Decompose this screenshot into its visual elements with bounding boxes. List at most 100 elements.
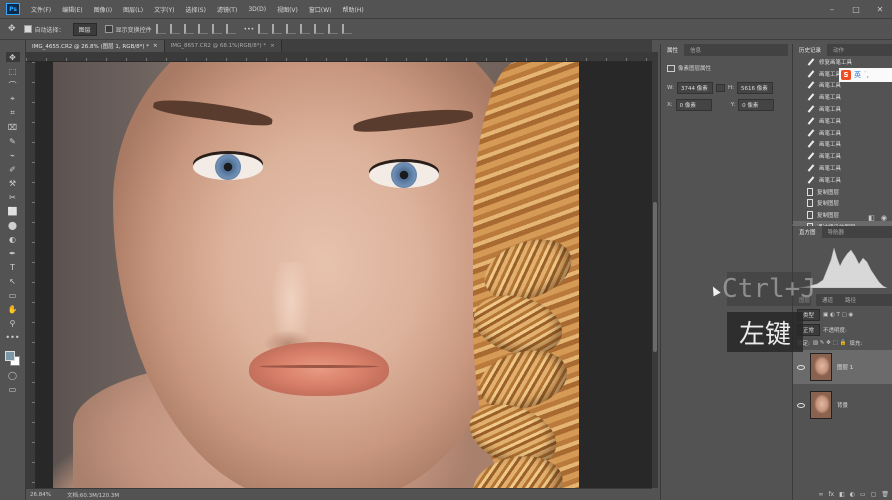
pen-tool-icon[interactable]: ✒ xyxy=(6,248,20,258)
new-group-icon[interactable]: ▭ xyxy=(860,491,866,498)
tab-img-4655[interactable]: IMG_4655.CR2 @ 26.8% (图层 1, RGB/8*) * × xyxy=(26,40,165,52)
x-field[interactable]: 0 像素 xyxy=(675,99,712,111)
show-transform-option[interactable]: 显示变换控件 xyxy=(104,25,152,34)
history-item[interactable]: 画笔工具 xyxy=(793,103,892,115)
history-item[interactable]: 画笔工具 xyxy=(793,162,892,174)
gradient-tool-icon[interactable]: ⬤ xyxy=(6,220,20,230)
tab-properties[interactable]: 属性 xyxy=(661,44,685,56)
menu-select[interactable]: 选择(S) xyxy=(185,5,206,14)
more-tools-icon[interactable]: ••• xyxy=(5,332,19,342)
link-layers-icon[interactable]: ∞ xyxy=(818,491,823,498)
close-button[interactable]: ✕ xyxy=(868,0,892,18)
distribute-2-icon[interactable] xyxy=(272,24,283,34)
y-field[interactable]: 0 像素 xyxy=(738,99,775,111)
more-options-button[interactable]: ••• xyxy=(244,26,255,33)
tab-histogram[interactable]: 直方图 xyxy=(793,226,822,238)
camera-icon[interactable]: ◉ xyxy=(881,214,887,222)
align-center-icon[interactable] xyxy=(169,24,180,34)
menu-type[interactable]: 文字(Y) xyxy=(154,5,174,14)
portrait-photo[interactable] xyxy=(53,62,579,488)
visibility-eye-icon[interactable] xyxy=(797,364,805,370)
menu-edit[interactable]: 编辑(E) xyxy=(62,5,82,14)
align-bottom-icon[interactable] xyxy=(225,24,236,34)
add-mask-icon[interactable]: ◧ xyxy=(839,491,845,498)
hand-tool-icon[interactable]: ✋ xyxy=(6,304,20,314)
maximize-button[interactable]: □ xyxy=(844,0,868,18)
tab-actions[interactable]: 动作 xyxy=(827,44,850,56)
menu-filter[interactable]: 滤镜(T) xyxy=(217,5,237,14)
delete-layer-icon[interactable]: 🗑 xyxy=(881,491,889,498)
ime-toolbar[interactable]: S 英 ˙, xyxy=(839,68,892,82)
vertical-ruler[interactable] xyxy=(26,62,36,488)
color-swatches[interactable] xyxy=(4,350,22,366)
distribute-6-icon[interactable] xyxy=(328,24,339,34)
quick-select-tool-icon[interactable]: ⌖ xyxy=(6,94,20,104)
width-field[interactable]: 3744 像素 xyxy=(676,82,713,94)
crop-tool-icon[interactable]: ⌗ xyxy=(6,108,20,118)
history-item[interactable]: 画笔工具 xyxy=(793,174,892,186)
document-size[interactable]: 文档:60.3M/120.3M xyxy=(67,491,119,499)
tab-img-8657[interactable]: IMG_8657.CR2 @ 68.1%(RGB/8*) * × xyxy=(164,40,282,52)
auto-select-checkbox[interactable] xyxy=(23,25,32,33)
distribute-5-icon[interactable] xyxy=(314,24,325,34)
ime-mode[interactable]: 英 ˙, xyxy=(854,70,869,80)
canvas-area[interactable] xyxy=(36,62,652,488)
tab-channels[interactable]: 通道 xyxy=(816,294,839,306)
marquee-tool-icon[interactable]: ⬚ xyxy=(6,66,20,76)
layer-name[interactable]: 背景 xyxy=(837,401,848,409)
foreground-color-swatch[interactable] xyxy=(4,351,15,361)
path-select-tool-icon[interactable]: ↖ xyxy=(6,276,20,286)
link-icon[interactable] xyxy=(715,84,725,92)
distribute-1-icon[interactable] xyxy=(258,24,269,34)
menu-image[interactable]: 图像(I) xyxy=(94,5,112,14)
height-field[interactable]: 5616 像素 xyxy=(736,82,773,94)
zoom-tool-icon[interactable]: ⚲ xyxy=(6,318,20,328)
menu-3d[interactable]: 3D(D) xyxy=(248,6,266,13)
history-item[interactable]: 画笔工具 xyxy=(793,150,892,162)
align-middle-icon[interactable] xyxy=(211,24,222,34)
lock-icons[interactable]: ▨ ✎ ✥ ⬚ 🔒 xyxy=(813,340,846,346)
show-transform-checkbox[interactable] xyxy=(104,25,113,33)
eraser-tool-icon[interactable]: ⬜ xyxy=(6,206,20,216)
new-snapshot-icon[interactable]: ◧ xyxy=(868,214,875,222)
tab-navigator[interactable]: 导航器 xyxy=(822,226,851,238)
clone-stamp-tool-icon[interactable]: ⚒ xyxy=(6,178,20,188)
history-item[interactable]: 画笔工具 xyxy=(793,139,892,151)
zoom-level[interactable]: 26.84% xyxy=(30,492,51,498)
rectangle-tool-icon[interactable]: ▭ xyxy=(6,290,20,300)
vertical-scrollbar[interactable] xyxy=(652,52,658,488)
tab-info[interactable]: 信息 xyxy=(684,44,707,56)
new-layer-icon[interactable]: ▢ xyxy=(871,491,877,498)
tab-paths[interactable]: 路径 xyxy=(839,294,862,306)
align-top-icon[interactable] xyxy=(197,24,208,34)
layer-name[interactable]: 图层 1 xyxy=(837,363,853,371)
menu-file[interactable]: 文件(F) xyxy=(31,5,51,14)
tab-close-icon[interactable]: × xyxy=(153,43,158,49)
scrollbar-thumb[interactable] xyxy=(653,202,657,352)
move-tool-icon[interactable]: ✥ xyxy=(5,52,20,62)
lasso-tool-icon[interactable]: ⌒ xyxy=(6,80,20,90)
frame-tool-icon[interactable]: ⌧ xyxy=(6,122,20,132)
history-item[interactable]: 复制图层 xyxy=(793,186,892,198)
layer-style-icon[interactable]: fx xyxy=(828,491,834,498)
distribute-3-icon[interactable] xyxy=(286,24,297,34)
auto-select-option[interactable]: 自动选择： xyxy=(23,25,65,34)
brush-tool-icon[interactable]: ✐ xyxy=(6,164,20,174)
horizontal-ruler[interactable] xyxy=(26,52,652,62)
menu-layer[interactable]: 图层(L) xyxy=(123,5,143,14)
minimize-button[interactable]: – xyxy=(820,0,844,18)
history-item[interactable]: 画笔工具 xyxy=(793,115,892,127)
healing-brush-tool-icon[interactable]: ⌁ xyxy=(6,150,20,160)
align-right-icon[interactable] xyxy=(183,24,194,34)
tab-history[interactable]: 历史记录 xyxy=(793,44,828,56)
auto-select-dropdown[interactable]: 图层 xyxy=(72,22,97,36)
layer-row-layer1[interactable]: 图层 1 xyxy=(793,350,892,384)
eyedropper-tool-icon[interactable]: ✎ xyxy=(6,136,20,146)
screen-mode-icon[interactable]: ▭ xyxy=(6,384,20,394)
menu-window[interactable]: 窗口(W) xyxy=(309,5,332,14)
adjustment-layer-icon[interactable]: ◐ xyxy=(850,491,855,498)
distribute-4-icon[interactable] xyxy=(300,24,311,34)
type-tool-icon[interactable]: T xyxy=(6,262,20,272)
move-tool-icon[interactable]: ✥ xyxy=(8,24,16,34)
align-left-icon[interactable] xyxy=(155,24,166,34)
